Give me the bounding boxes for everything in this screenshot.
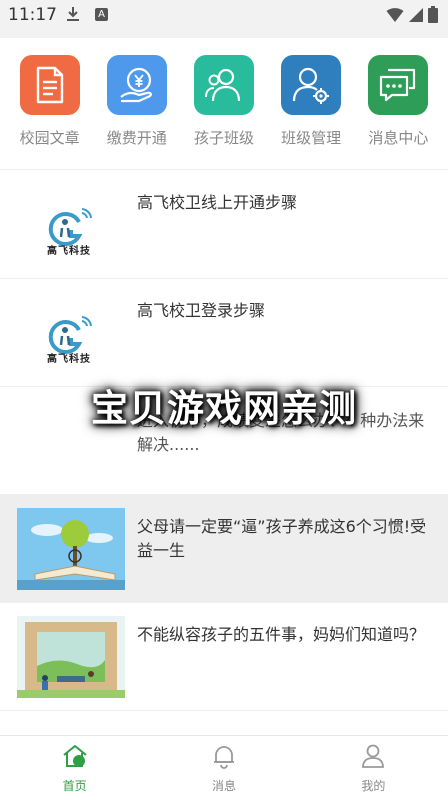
- quick-label: 校园文章: [19, 129, 80, 147]
- article-item[interactable]: 父母请一定要“逼”孩子养成这6个习惯!受益一生: [0, 495, 448, 603]
- nav-profile[interactable]: 我的: [299, 736, 448, 798]
- header-divider: [0, 30, 448, 38]
- nav-home[interactable]: 首页: [0, 736, 149, 798]
- download-icon: [66, 6, 80, 26]
- quick-item-children-class[interactable]: 孩子班级: [183, 38, 265, 169]
- quick-menu: 校园文章 缴费开通 孩子班级 班级管理 消息中心: [0, 38, 448, 170]
- quick-label: 班级管理: [281, 129, 342, 147]
- article-item[interactable]: 高飞科技 高飞校卫线上开通步骤: [0, 171, 448, 279]
- wifi-icon: [386, 7, 404, 27]
- quick-label: 孩子班级: [193, 129, 254, 147]
- quick-item-message-center[interactable]: 消息中心: [357, 38, 439, 169]
- quick-item-campus-articles[interactable]: 校园文章: [9, 38, 91, 169]
- nav-label: 首页: [62, 779, 87, 793]
- nav-label: 消息: [211, 779, 236, 793]
- article-title: 高飞校卫线上开通步骤: [137, 193, 298, 212]
- user-settings-icon: [281, 55, 342, 115]
- document-icon: [19, 55, 80, 115]
- article-title: 高飞校卫登录步骤: [137, 301, 266, 320]
- nav-label: 我的: [361, 779, 386, 793]
- message-icon: [368, 55, 429, 115]
- tree-book-image: [17, 508, 125, 590]
- battery-icon: [428, 6, 438, 27]
- gaofei-logo-image: 高飞科技: [17, 184, 125, 266]
- article-item[interactable]: 不能纵容孩子的五件事，妈妈们知道吗？: [0, 603, 448, 711]
- bell-icon: [211, 743, 237, 773]
- nav-messages[interactable]: 消息: [149, 736, 298, 798]
- keyboard-badge-icon: A: [95, 8, 108, 21]
- article-title: 父母请一定要“逼”孩子养成这6个习惯!受益一生: [137, 517, 427, 560]
- status-bar: 11:17 A: [0, 0, 448, 30]
- payment-hand-icon: [106, 55, 167, 115]
- gaofei-logo-image: 高飞科技: [17, 292, 125, 374]
- quick-label: 缴费开通: [106, 129, 167, 147]
- home-icon: [62, 743, 88, 773]
- profile-icon: [360, 743, 386, 773]
- status-time: 11:17: [8, 5, 57, 25]
- article-title: 不能纵容孩子的五件事，妈妈们知道吗？: [137, 625, 426, 644]
- bottom-nav: 首页 消息 我的: [0, 735, 448, 798]
- park-illustration-image: [17, 616, 125, 698]
- children-icon: [193, 55, 254, 115]
- article-item[interactable]: 高飞科技 高飞校卫登录步骤: [0, 279, 448, 387]
- signal-icon: [408, 7, 424, 27]
- quick-label: 消息中心: [368, 129, 429, 147]
- watermark-text: 宝贝游戏网亲测: [91, 387, 357, 430]
- logo-text: 高飞科技: [47, 246, 91, 257]
- logo-text: 高飞科技: [47, 354, 91, 365]
- quick-item-payment[interactable]: 缴费开通: [96, 38, 178, 169]
- article-list: 高飞科技 高飞校卫线上开通步骤 高飞科技 高飞校卫登录步骤 进入初中，成绩变差怎…: [0, 171, 448, 711]
- quick-item-class-management[interactable]: 班级管理: [270, 38, 352, 169]
